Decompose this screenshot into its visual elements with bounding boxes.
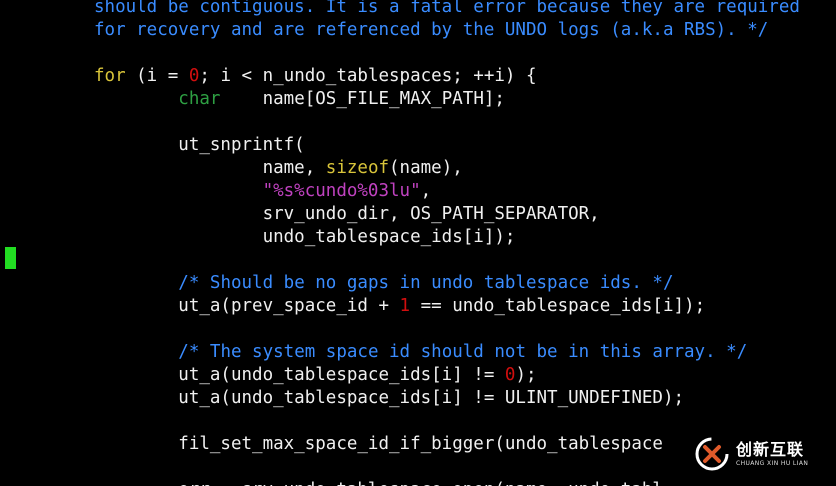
code-token-plain: name, — [94, 158, 326, 178]
code-token-comment: /* Should be no gaps in undo tablespace … — [178, 273, 674, 293]
code-token-comment: for recovery and are referenced by the U… — [94, 20, 769, 40]
code-token-plain: ut_a(prev_space_id + — [94, 296, 400, 316]
code-token-comment: /* The system space id should not be in … — [178, 342, 748, 362]
code-line: should be contiguous. It is a fatal erro… — [94, 0, 800, 19]
code-line: ut_a(undo_tablespace_ids[i] != 0); — [94, 364, 537, 387]
code-line: for (i = 0; i < n_undo_tablespaces; ++i)… — [94, 65, 537, 88]
code-token-number: 0 — [188, 66, 200, 86]
code-token-plain: (i = — [125, 66, 189, 86]
code-line: undo_tablespace_ids[i]); — [94, 226, 516, 249]
code-token-plain: srv_undo_dir, OS_PATH_SEPARATOR, — [94, 204, 600, 224]
code-line: name, sizeof(name), — [94, 157, 463, 180]
code-line: ut_a(prev_space_id + 1 == undo_tablespac… — [94, 295, 705, 318]
text-cursor — [5, 247, 16, 269]
chuangxin-logo-icon — [695, 437, 729, 471]
code-line: for recovery and are referenced by the U… — [94, 19, 768, 42]
code-line: "%s%cundo%03lu", — [94, 180, 432, 203]
code-token-plain: ut_snprintf( — [94, 135, 305, 155]
terminal-window[interactable]: should be contiguous. It is a fatal erro… — [0, 0, 836, 486]
code-line: srv_undo_dir, OS_PATH_SEPARATOR, — [94, 203, 600, 226]
code-token-plain: (name), — [389, 158, 463, 178]
code-line: fil_set_max_space_id_if_bigger(undo_tabl… — [94, 433, 663, 456]
code-token-plain: ); — [515, 365, 537, 385]
code-token-plain: ut_a(undo_tablespace_ids[i] != ULINT_UND… — [94, 388, 685, 408]
code-token-plain: ut_a(undo_tablespace_ids[i] != — [94, 365, 505, 385]
code-token-plain: , — [420, 181, 432, 201]
code-token-plain: err = srv_undo_tablespace_open(name, und… — [94, 480, 663, 486]
code-token-number: 1 — [399, 296, 411, 316]
code-token-string: "%s%cundo%03lu" — [262, 181, 421, 201]
code-token-type: char — [178, 89, 221, 109]
code-line: /* The system space id should not be in … — [94, 341, 747, 364]
watermark-name-cn: 创新互联 — [736, 439, 805, 459]
code-token-plain: name[OS_FILE_MAX_PATH]; — [220, 89, 505, 109]
code-token-plain: == undo_tablespace_ids[i]); — [410, 296, 706, 316]
code-token-comment: should be contiguous. It is a fatal erro… — [94, 0, 800, 17]
watermark: 创新互联 CHUANG XIN HU LIAN — [694, 432, 826, 476]
code-token-plain: undo_tablespace_ids[i]); — [94, 227, 516, 247]
code-token-number: 0 — [504, 365, 516, 385]
code-token-plain: fil_set_max_space_id_if_bigger(undo_tabl… — [94, 434, 663, 454]
watermark-text: 创新互联 CHUANG XIN HU LIAN — [736, 439, 809, 467]
code-line: char name[OS_FILE_MAX_PATH]; — [94, 88, 505, 111]
watermark-name-en: CHUANG XIN HU LIAN — [736, 459, 809, 467]
code-token-keyword: sizeof — [325, 158, 390, 178]
code-line: ut_a(undo_tablespace_ids[i] != ULINT_UND… — [94, 387, 684, 410]
code-token-keyword: for — [94, 66, 126, 86]
code-line: ut_snprintf( — [94, 134, 305, 157]
code-line: err = srv_undo_tablespace_open(name, und… — [94, 479, 663, 486]
code-token-plain: ; i < n_undo_tablespaces; ++i) { — [199, 66, 537, 86]
code-line: /* Should be no gaps in undo tablespace … — [94, 272, 673, 295]
